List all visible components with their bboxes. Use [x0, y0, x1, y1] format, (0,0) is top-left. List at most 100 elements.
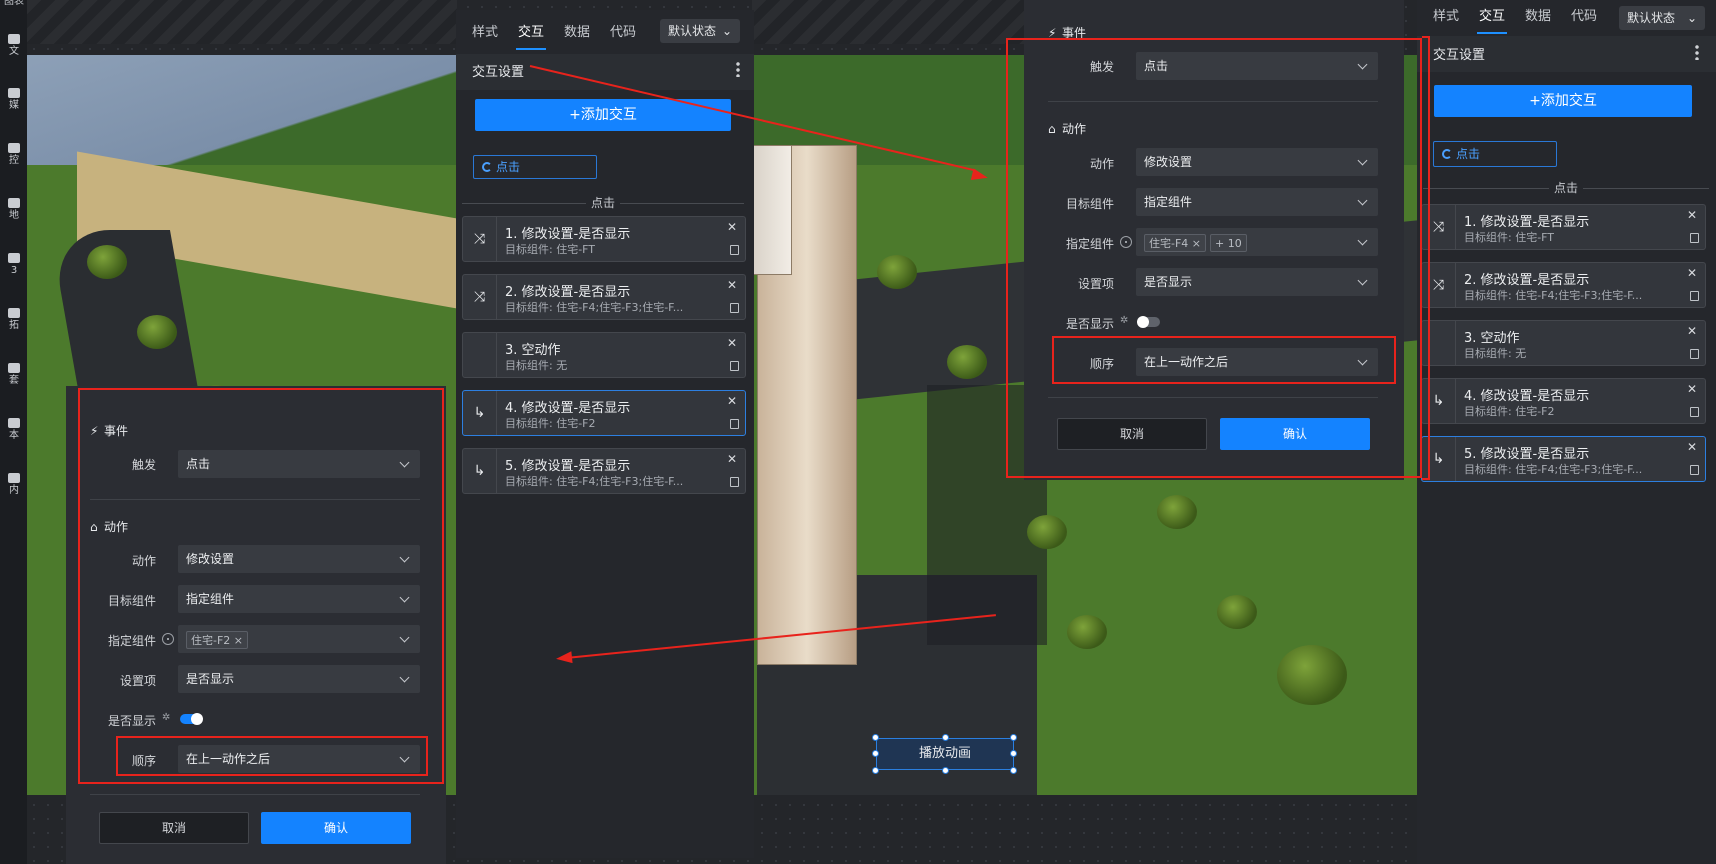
close-icon[interactable]: ✕	[1687, 208, 1697, 222]
action-card-subtitle: 目标组件: 住宅-F4;住宅-F3;住宅-F...	[1464, 289, 1643, 302]
play-animation-button[interactable]: 播放动画	[876, 738, 1014, 770]
empty-icon	[463, 333, 497, 377]
tab-code[interactable]: 代码	[600, 16, 646, 50]
toolbar-item-3d[interactable]: 3	[2, 253, 26, 277]
action-card[interactable]: ⤨ 1. 修改设置-是否显示 目标组件: 住宅-FT ✕	[462, 216, 746, 262]
toolbar-item-builtin[interactable]: 内	[2, 473, 26, 497]
tab-style[interactable]: 样式	[462, 16, 508, 50]
copy-icon[interactable]	[730, 419, 739, 429]
resize-handle[interactable]	[872, 767, 879, 774]
local-icon	[8, 418, 20, 428]
close-icon[interactable]: ✕	[1687, 266, 1697, 280]
chevron-down-icon: ⌄	[721, 24, 732, 38]
tab-interaction[interactable]: 交互	[1469, 0, 1515, 34]
state-select[interactable]: 默认状态 ⌄	[660, 19, 740, 43]
action-card-subtitle: 目标组件: 住宅-F2	[1464, 405, 1555, 418]
annotation-box-right-order	[1052, 336, 1396, 384]
state-select[interactable]: 默认状态 ⌄	[1619, 6, 1705, 30]
action-card[interactable]: ↳ 5. 修改设置-是否显示 目标组件: 住宅-F4;住宅-F3;住宅-F...…	[462, 448, 746, 494]
canvas-ruler	[27, 0, 457, 44]
extend-icon	[8, 308, 20, 318]
3d-icon	[8, 253, 20, 263]
action-card-subtitle: 目标组件: 无	[1464, 347, 1527, 360]
chevron-down-icon: ⌄	[1686, 11, 1697, 25]
tab-style[interactable]: 样式	[1423, 0, 1469, 34]
control-icon	[8, 143, 20, 153]
resize-handle[interactable]	[872, 734, 879, 741]
close-icon[interactable]: ✕	[727, 394, 737, 408]
add-interaction-button[interactable]: +添加交互	[1434, 85, 1692, 117]
action-card[interactable]: 3. 空动作 目标组件: 无 ✕	[462, 332, 746, 378]
action-card-subtitle: 目标组件: 住宅-F4;住宅-F3;住宅-F...	[1464, 463, 1643, 476]
builtin-icon	[8, 473, 20, 483]
resize-handle[interactable]	[1010, 767, 1017, 774]
copy-icon[interactable]	[1690, 465, 1699, 475]
media-icon	[8, 88, 20, 98]
action-card[interactable]: ⤨ 2. 修改设置-是否显示 目标组件: 住宅-F4;住宅-F3;住宅-F...…	[1421, 262, 1706, 308]
close-icon[interactable]: ✕	[1687, 324, 1697, 338]
tab-code[interactable]: 代码	[1561, 0, 1607, 34]
toolbar-item-media[interactable]: 媒	[2, 88, 26, 112]
action-card-subtitle: 目标组件: 住宅-F4;住宅-F3;住宅-F...	[505, 301, 684, 314]
copy-icon[interactable]	[1690, 407, 1699, 417]
annotation-arrowhead	[555, 651, 573, 665]
scene-tree	[137, 315, 177, 349]
copy-icon[interactable]	[1690, 233, 1699, 243]
action-card[interactable]: ↳ 4. 修改设置-是否显示 目标组件: 住宅-F2 ✕	[462, 390, 746, 436]
copy-icon[interactable]	[1690, 349, 1699, 359]
action-card-subtitle: 目标组件: 住宅-F2	[505, 417, 596, 430]
resize-handle[interactable]	[942, 767, 949, 774]
action-card[interactable]: ↳ 5. 修改设置-是否显示 目标组件: 住宅-F4;住宅-F3;住宅-F...…	[1421, 436, 1706, 482]
toolbar-item-suite[interactable]: 套	[2, 363, 26, 387]
close-icon[interactable]: ✕	[727, 278, 737, 292]
toolbar-item-file[interactable]: 文	[2, 34, 26, 58]
toolbar-item-local[interactable]: 本	[2, 418, 26, 442]
divider-trigger: 点击	[1423, 179, 1709, 196]
trigger-chip[interactable]: 点击	[473, 155, 597, 179]
resize-handle[interactable]	[942, 734, 949, 741]
action-card[interactable]: ⤨ 1. 修改设置-是否显示 目标组件: 住宅-FT ✕	[1421, 204, 1706, 250]
close-icon[interactable]: ✕	[1687, 440, 1697, 454]
action-card[interactable]: ↳ 4. 修改设置-是否显示 目标组件: 住宅-F2 ✕	[1421, 378, 1706, 424]
more-options-icon[interactable]	[1695, 44, 1699, 60]
toolbar-top-label: 图表	[4, 0, 24, 7]
suite-icon	[8, 363, 20, 373]
divider-trigger: 点击	[462, 194, 744, 211]
close-icon[interactable]: ✕	[727, 452, 737, 466]
resize-handle[interactable]	[872, 750, 879, 757]
toolbar-item-map[interactable]: 地	[2, 198, 26, 222]
annotation-box-right-dialog	[1006, 38, 1422, 478]
trigger-chip[interactable]: 点击	[1433, 141, 1557, 167]
close-icon[interactable]: ✕	[727, 336, 737, 350]
close-icon[interactable]: ✕	[1687, 382, 1697, 396]
toolbar-item-control[interactable]: 控	[2, 143, 26, 167]
click-icon	[482, 162, 492, 172]
toolbar-item-extend[interactable]: 拓	[2, 308, 26, 332]
action-card[interactable]: 3. 空动作 目标组件: 无 ✕	[1421, 320, 1706, 366]
action-card-title: 4. 修改设置-是否显示	[1464, 389, 1590, 404]
copy-icon[interactable]	[730, 477, 739, 487]
resize-handle[interactable]	[1010, 750, 1017, 757]
section-title: 交互设置	[1433, 48, 1486, 63]
copy-icon[interactable]	[1690, 291, 1699, 301]
action-card-title: 3. 空动作	[505, 343, 561, 358]
action-card[interactable]: ⤨ 2. 修改设置-是否显示 目标组件: 住宅-F4;住宅-F3;住宅-F...…	[462, 274, 746, 320]
tab-interaction[interactable]: 交互	[508, 16, 554, 50]
more-options-icon[interactable]	[736, 61, 740, 77]
tab-data[interactable]: 数据	[1515, 0, 1561, 34]
action-card-subtitle: 目标组件: 住宅-FT	[1464, 231, 1555, 244]
resize-handle[interactable]	[1010, 734, 1017, 741]
branch-icon: ⤨	[463, 275, 497, 319]
copy-icon[interactable]	[730, 361, 739, 371]
tab-data[interactable]: 数据	[554, 16, 600, 50]
confirm-button[interactable]: 确认	[261, 812, 411, 844]
copy-icon[interactable]	[730, 303, 739, 313]
cancel-button[interactable]: 取消	[99, 812, 249, 844]
close-icon[interactable]: ✕	[727, 220, 737, 234]
annotation-box-left-dialog	[78, 388, 444, 784]
annotation-bracket	[1422, 36, 1430, 480]
subsequent-icon: ↳	[463, 449, 497, 493]
map-icon	[8, 198, 20, 208]
copy-icon[interactable]	[730, 245, 739, 255]
subsequent-icon: ↳	[463, 391, 497, 435]
